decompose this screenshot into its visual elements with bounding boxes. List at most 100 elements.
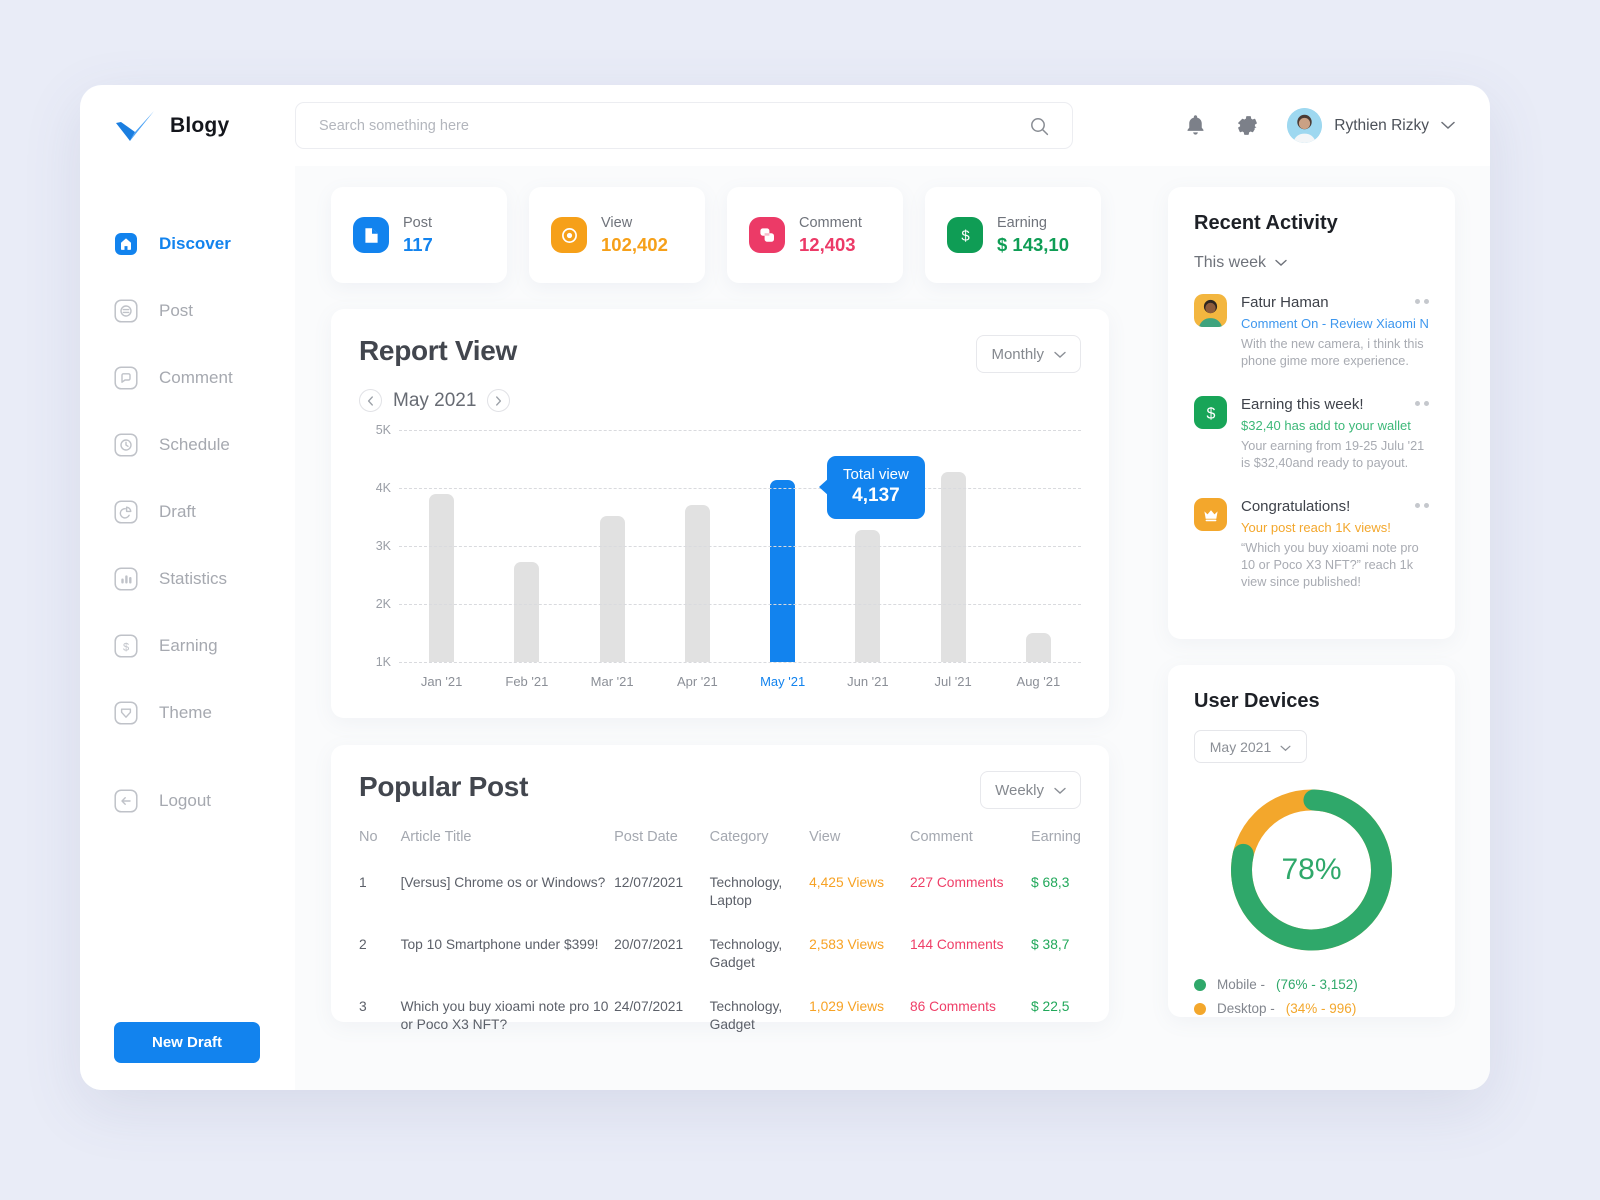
list-item[interactable]: Fatur Haman Comment On - Review Xiaomi N… [1194, 294, 1429, 370]
stat-label: Earning [997, 214, 1047, 231]
cell-date: 20/07/2021 [614, 937, 684, 952]
dollar-icon: $ [114, 634, 138, 658]
user-menu[interactable]: Rythien Rizky [1287, 108, 1455, 143]
sidebar-item-theme[interactable]: Theme [80, 697, 295, 729]
x-axis-tick: Mar '21 [590, 674, 634, 689]
post-icon [114, 299, 138, 323]
activity-name: Congratulations! [1241, 498, 1351, 515]
stat-value: $ 143,10 [997, 233, 1070, 255]
top-header: Blogy Search something here Rythien Rizk… [80, 85, 1490, 166]
more-options-icon[interactable] [1415, 401, 1429, 406]
gridline [399, 604, 1081, 605]
sidebar-item-statistics[interactable]: Statistics [80, 563, 295, 595]
sidebar-item-comment[interactable]: Comment [80, 362, 295, 394]
table-body: 1 [Versus] Chrome os or Windows? 12/07/202… [359, 861, 1081, 1047]
new-draft-button[interactable]: New Draft [114, 1022, 260, 1063]
chevron-down-icon [1054, 782, 1066, 799]
cell-earning: $ 22,5 [1031, 999, 1070, 1014]
activity-name: Fatur Haman [1241, 294, 1329, 311]
activity-body: Fatur Haman Comment On - Review Xiaomi N… [1241, 294, 1429, 370]
popular-title: Popular Post [359, 771, 529, 802]
legend-swatch [1194, 1002, 1206, 1015]
sidebar-item-label: Theme [159, 703, 212, 722]
report-range-label: Monthly [991, 345, 1044, 363]
bar[interactable] [514, 562, 540, 662]
stat-card-comment[interactable]: Comment 12,403 [727, 187, 903, 283]
report-range-select[interactable]: Monthly [976, 335, 1081, 373]
document-icon [353, 217, 389, 253]
cell-category: Technology, Laptop [709, 875, 783, 908]
devices-period-select[interactable]: May 2021 [1194, 730, 1307, 763]
search-icon[interactable] [1030, 117, 1049, 141]
chevron-down-icon[interactable] [1441, 117, 1455, 135]
table-row[interactable]: 1 [Versus] Chrome os or Windows? 12/07/202… [359, 861, 1081, 923]
bar[interactable] [684, 505, 710, 662]
bar[interactable] [940, 472, 966, 662]
bar[interactable] [855, 529, 881, 662]
sidebar-item-logout[interactable]: Logout [80, 785, 295, 817]
sidebar-item-label: Logout [159, 791, 211, 810]
sidebar-item-post[interactable]: Post [80, 295, 295, 327]
sidebar-item-label: Post [159, 301, 194, 320]
more-options-icon[interactable] [1415, 299, 1429, 304]
svg-text:$: $ [961, 227, 970, 244]
cell-category: Technology, Gadget [709, 999, 783, 1032]
chevron-right-icon[interactable] [487, 389, 511, 412]
chevron-left-icon[interactable] [359, 389, 382, 412]
bar[interactable] [1025, 633, 1051, 662]
recent-activity-title: Recent Activity [1194, 212, 1338, 234]
brand[interactable]: Blogy [80, 110, 295, 142]
column-header: Article Title [400, 829, 472, 845]
list-item[interactable]: $ Earning this week! $32,40 has add to y… [1194, 396, 1429, 472]
main-content: Post 117 View 102,402 Comment 12,403 $ E… [295, 166, 1490, 1090]
popular-post-table: No Article Title Post Date Category View… [359, 829, 1081, 1047]
table-row[interactable]: 3 Which you buy xioami note pro 10 or Poc… [359, 985, 1081, 1047]
draft-icon [114, 500, 138, 524]
stat-card-earning[interactable]: $ Earning $ 143,10 [925, 187, 1101, 283]
header-actions: Rythien Rizky [1183, 108, 1490, 143]
cell-date: 24/07/2021 [614, 999, 684, 1014]
list-item[interactable]: Congratulations! Your post reach 1K view… [1194, 498, 1429, 591]
column-header: Category [709, 829, 769, 845]
activity-subtitle[interactable]: $32,40 has add to your wallet [1241, 417, 1429, 434]
search-bar[interactable] [295, 102, 1073, 149]
gridline [399, 546, 1081, 547]
stat-value: 12,403 [799, 233, 856, 255]
stat-card-view[interactable]: View 102,402 [529, 187, 705, 283]
activity-filter-select[interactable]: This week [1194, 254, 1429, 272]
popular-range-select[interactable]: Weekly [980, 771, 1081, 809]
cell-earning: $ 68,3 [1031, 875, 1070, 890]
svg-text:$: $ [123, 642, 129, 654]
bar[interactable] [429, 493, 455, 662]
home-icon [114, 232, 138, 256]
activity-subtitle[interactable]: Your post reach 1K views! [1241, 519, 1429, 536]
sidebar-item-earning[interactable]: $ Earning [80, 630, 295, 662]
sidebar-item-discover[interactable]: Discover [80, 228, 295, 260]
table-row[interactable]: 2 Top 10 Smartphone under $399! 20/07/2021… [359, 923, 1081, 985]
legend-value: (76% - 3,152) [1276, 977, 1358, 992]
gridline [399, 662, 1081, 663]
gear-icon[interactable] [1235, 113, 1260, 138]
current-month-label: May 2021 [393, 389, 477, 411]
more-options-icon[interactable] [1415, 503, 1429, 508]
activity-subtitle[interactable]: Comment On - Review Xiaomi N [1241, 315, 1429, 332]
bell-icon[interactable] [1183, 113, 1208, 138]
app-window: Blogy Search something here Rythien Rizk… [80, 85, 1490, 1090]
sidebar-item-schedule[interactable]: Schedule [80, 429, 295, 461]
logout-arrow-icon [114, 789, 138, 813]
bar[interactable] [599, 515, 625, 662]
cell-no: 3 [359, 999, 367, 1014]
cell-earning: $ 38,7 [1031, 937, 1070, 952]
chevron-down-icon [1275, 254, 1287, 272]
stat-card-post[interactable]: Post 117 [331, 187, 507, 283]
report-bar-chart: 5K 4K 3K 2K 1K Jan '21 Feb '21 Mar '21 Apr '21 M… [359, 423, 1081, 700]
chevron-down-icon [1054, 346, 1066, 363]
sidebar-item-label: Statistics [159, 569, 228, 588]
bar[interactable] [770, 480, 796, 662]
sidebar-item-draft[interactable]: Draft [80, 496, 295, 528]
devices-period-label: May 2021 [1209, 738, 1272, 755]
search-input[interactable] [296, 103, 996, 148]
activity-description: Your earning from 19-25 Julu '21 is $32,… [1241, 439, 1425, 470]
x-axis-tick: Feb '21 [505, 674, 549, 689]
column-header: Post Date [614, 829, 678, 845]
